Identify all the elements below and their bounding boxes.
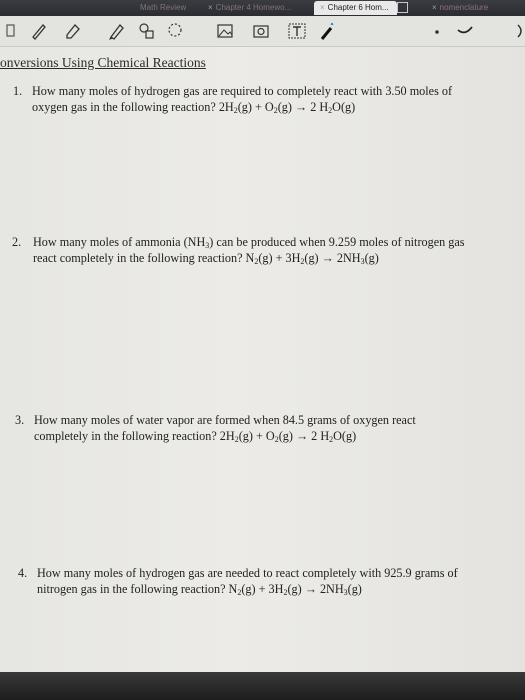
tab-chapter-4-homework[interactable]: × Chapter 4 Homewo...	[208, 1, 291, 15]
close-icon[interactable]: ×	[320, 3, 325, 12]
question-line: How many moles of water vapor are formed…	[34, 413, 416, 427]
close-icon[interactable]: ×	[208, 3, 213, 12]
question-line: completely in the following reaction? 2H…	[34, 429, 357, 444]
question-text: How many moles of hydrogen gas are neede…	[37, 565, 458, 597]
tab-math-review[interactable]: Math Review	[140, 1, 186, 15]
tab-nomenclature[interactable]: × nomenclature	[432, 1, 488, 15]
highlighter-icon[interactable]	[64, 22, 82, 40]
shapes-icon[interactable]	[138, 22, 156, 40]
tab-label: Math Review	[140, 3, 187, 12]
question-line: oxygen gas in the following reaction? 2H…	[32, 100, 356, 115]
annotation-toolbar	[0, 16, 525, 47]
question-text: How many moles of ammonia (NH3) can be p…	[33, 234, 465, 266]
bluetooth-pencil-icon[interactable]	[318, 22, 336, 40]
lasso-icon[interactable]	[166, 22, 184, 40]
marker-icon[interactable]	[108, 22, 126, 40]
close-icon[interactable]: ×	[432, 3, 437, 12]
sidebar-toggle-icon[interactable]	[2, 22, 15, 40]
tab-label: Chapter 6 Hom...	[327, 3, 389, 12]
question-number: 4.	[18, 566, 28, 580]
tab-chapter-6-homework[interactable]: × Chapter 6 Hom...	[314, 1, 397, 15]
question-line: How many moles of ammonia (NH3) can be p…	[33, 235, 465, 250]
question-text: How many moles of hydrogen gas are requi…	[32, 83, 452, 115]
browser-tab-bar: Math Review × Chapter 4 Homewo... × Chapte…	[0, 0, 525, 16]
question-number: 3.	[15, 413, 25, 427]
worksheet-heading: onversions Using Chemical Reactions	[0, 55, 206, 70]
pen-icon[interactable]	[30, 22, 48, 40]
tab-overview-icon[interactable]	[397, 2, 408, 13]
tab-label: Chapter 4 Homewo...	[215, 3, 292, 12]
image-icon[interactable]	[216, 22, 234, 40]
question-text: How many moles of water vapor are formed…	[34, 412, 416, 444]
text-icon[interactable]	[288, 22, 306, 40]
question-number: 2.	[12, 235, 22, 249]
scroll-handle-icon[interactable]	[513, 22, 525, 40]
camera-icon[interactable]	[252, 22, 270, 40]
question-line: react completely in the following reacti…	[33, 251, 379, 266]
question-line: How many moles of hydrogen gas are neede…	[37, 566, 458, 580]
question-number: 1.	[13, 84, 23, 98]
curve-icon[interactable]	[456, 22, 474, 40]
desk-background	[0, 672, 525, 700]
tab-label: nomenclature	[439, 3, 489, 12]
question-line: How many moles of hydrogen gas are requi…	[32, 84, 453, 98]
color-dot-icon[interactable]	[428, 22, 446, 40]
question-line: nitrogen gas in the following reaction? …	[37, 582, 362, 597]
